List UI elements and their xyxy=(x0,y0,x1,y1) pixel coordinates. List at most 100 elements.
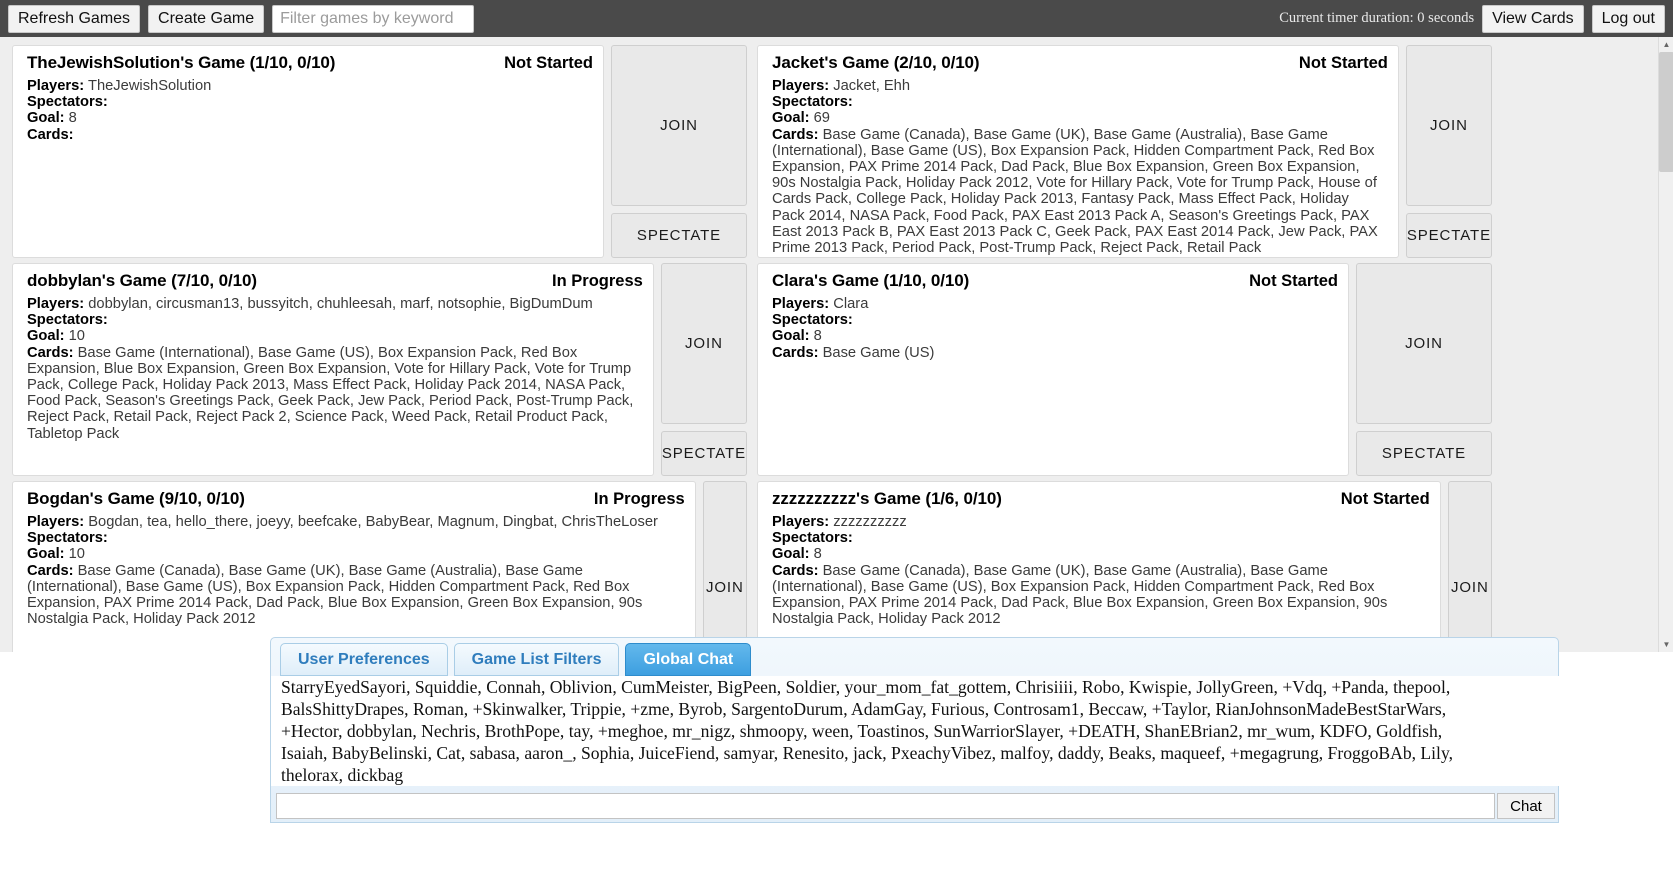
game-goal-value: 8 xyxy=(814,328,822,344)
game-goal-label: Goal: xyxy=(27,546,65,562)
scroll-up-arrow-icon[interactable]: ▲ xyxy=(1659,37,1673,52)
chat-log-line: StarryEyedSayori, Squiddie, Connah, Obli… xyxy=(281,676,1550,698)
game-players-value: Bogdan, tea, hello_there, joeyy, beefcak… xyxy=(88,514,658,530)
chat-send-button[interactable]: Chat xyxy=(1497,793,1555,819)
game-list-item: Clara's Game (1/10, 0/10)Not StartedPlay… xyxy=(757,263,1492,476)
game-goal-label: Goal: xyxy=(772,328,810,344)
game-goal-value: 69 xyxy=(814,110,830,126)
game-goal-value: 8 xyxy=(814,546,822,562)
game-status-badge: Not Started xyxy=(492,54,593,73)
tab-global-chat[interactable]: Global Chat xyxy=(625,643,751,676)
scrollbar-thumb[interactable] xyxy=(1659,52,1673,172)
game-status-badge: Not Started xyxy=(1237,272,1338,291)
game-status-badge: In Progress xyxy=(540,272,643,291)
game-title: TheJewishSolution's Game (1/10, 0/10) xyxy=(27,53,335,73)
game-spectators-label: Spectators: xyxy=(772,530,853,546)
game-goal: Goal: 69 xyxy=(772,110,1388,126)
game-card-header: Clara's Game (1/10, 0/10) Not Started xyxy=(772,271,1338,291)
game-card: Bogdan's Game (9/10, 0/10) In Progress Pla… xyxy=(12,481,696,652)
game-status-badge: In Progress xyxy=(582,490,685,509)
game-action-buttons: JOIN xyxy=(1448,481,1492,652)
game-title: zzzzzzzzzz's Game (1/6, 0/10) xyxy=(772,489,1002,509)
game-players-label: Players: xyxy=(772,514,829,530)
game-spectators-label: Spectators: xyxy=(27,94,108,110)
game-goal-label: Goal: xyxy=(772,110,810,126)
scroll-down-arrow-icon[interactable]: ▼ xyxy=(1659,637,1673,652)
game-card: dobbylan's Game (7/10, 0/10) In Progress P… xyxy=(12,263,654,476)
game-list-viewport: TheJewishSolution's Game (1/10, 0/10) Not… xyxy=(0,37,1673,652)
join-game-button[interactable]: JOIN xyxy=(661,263,747,424)
game-cards: Cards: Base Game (Canada), Base Game (UK… xyxy=(772,563,1430,628)
game-card-header: zzzzzzzzzz's Game (1/6, 0/10) Not Started xyxy=(772,489,1430,509)
game-cards-label: Cards: xyxy=(772,563,819,579)
game-goal: Goal: 8 xyxy=(772,328,1338,344)
game-cards: Cards: Base Game (Canada), Base Game (UK… xyxy=(27,563,685,628)
game-spectators: Spectators: xyxy=(772,530,1430,546)
game-list: TheJewishSolution's Game (1/10, 0/10) Not… xyxy=(0,37,1658,652)
game-cards-label: Cards: xyxy=(27,563,74,579)
game-spectators: Spectators: xyxy=(772,312,1338,328)
game-goal: Goal: 10 xyxy=(27,328,643,344)
game-players-value: dobbylan, circusman13, bussyitch, chuhle… xyxy=(88,296,593,312)
timer-duration-label: Current timer duration: 0 seconds xyxy=(1279,10,1474,27)
game-list-item: TheJewishSolution's Game (1/10, 0/10) Not… xyxy=(12,45,747,258)
join-game-button[interactable]: JOIN xyxy=(1406,45,1492,206)
game-title: dobbylan's Game (7/10, 0/10) xyxy=(27,271,257,291)
spectate-game-button[interactable]: SPECTATE xyxy=(661,431,747,476)
game-status-badge: Not Started xyxy=(1329,490,1430,509)
game-spectators-label: Spectators: xyxy=(27,530,108,546)
game-action-buttons: JOIN SPECTATE xyxy=(1406,45,1492,258)
game-card: TheJewishSolution's Game (1/10, 0/10) Not… xyxy=(12,45,604,258)
toolbar-right-group: Current timer duration: 0 seconds View C… xyxy=(1279,5,1673,33)
game-card-header: Bogdan's Game (9/10, 0/10) In Progress xyxy=(27,489,685,509)
game-players: Players: TheJewishSolution xyxy=(27,78,593,94)
global-chat-log: StarryEyedSayori, Squiddie, Connah, Obli… xyxy=(271,676,1560,786)
game-list-scrollbar[interactable]: ▲ ▼ xyxy=(1658,37,1673,652)
tab-user-preferences[interactable]: User Preferences xyxy=(280,643,448,676)
game-action-buttons: JOIN SPECTATE xyxy=(611,45,747,258)
game-players-value: Jacket, Ehh xyxy=(833,78,910,94)
game-goal-label: Goal: xyxy=(772,546,810,562)
chat-input[interactable] xyxy=(276,793,1495,819)
join-game-button[interactable]: JOIN xyxy=(1448,481,1492,652)
chat-log-line: Isaiah, BabyBelinski, Cat, sabasa, aaron… xyxy=(281,742,1550,764)
game-cards: Cards: xyxy=(27,127,593,143)
game-cards-value: Base Game (Canada), Base Game (UK), Base… xyxy=(772,563,1387,628)
game-spectators-label: Spectators: xyxy=(772,94,853,110)
game-spectators-label: Spectators: xyxy=(772,312,853,328)
bottom-panel: User PreferencesGame List FiltersGlobal … xyxy=(270,637,1559,823)
game-players-label: Players: xyxy=(772,78,829,94)
game-list-item: zzzzzzzzzz's Game (1/6, 0/10) Not Started… xyxy=(757,481,1492,652)
logout-button[interactable]: Log out xyxy=(1592,5,1665,33)
game-list-item: Jacket's Game (2/10, 0/10)Not StartedPla… xyxy=(757,45,1492,258)
chat-log-line: thelorax, dickbag xyxy=(281,764,1550,786)
join-game-button[interactable]: JOIN xyxy=(703,481,747,652)
join-game-button[interactable]: JOIN xyxy=(1356,263,1492,424)
game-goal-value: 10 xyxy=(69,546,85,562)
game-players-value: TheJewishSolution xyxy=(88,78,211,94)
spectate-game-button[interactable]: SPECTATE xyxy=(1356,431,1492,476)
filter-games-input[interactable] xyxy=(272,5,474,33)
game-players: Players: Bogdan, tea, hello_there, joeyy… xyxy=(27,514,685,530)
game-title: Bogdan's Game (9/10, 0/10) xyxy=(27,489,245,509)
refresh-games-button[interactable]: Refresh Games xyxy=(8,5,140,33)
create-game-button[interactable]: Create Game xyxy=(148,5,264,33)
game-card-header: TheJewishSolution's Game (1/10, 0/10) Not… xyxy=(27,53,593,73)
game-goal-value: 10 xyxy=(69,328,85,344)
game-cards-value: Base Game (International), Base Game (US… xyxy=(27,345,633,442)
chat-log-line: BalsShittyDrapes, Roman, +Skinwalker, Tr… xyxy=(281,698,1550,720)
tab-game-list-filters[interactable]: Game List Filters xyxy=(454,643,620,676)
game-players-label: Players: xyxy=(27,78,84,94)
spectate-game-button[interactable]: SPECTATE xyxy=(611,213,747,258)
view-cards-button[interactable]: View Cards xyxy=(1482,5,1584,33)
game-cards: Cards: Base Game (International), Base G… xyxy=(27,345,643,442)
game-cards: Cards: Base Game (Canada), Base Game (UK… xyxy=(772,127,1388,257)
spectate-game-button[interactable]: SPECTATE xyxy=(1406,213,1492,258)
game-players-label: Players: xyxy=(27,514,84,530)
game-card: zzzzzzzzzz's Game (1/6, 0/10) Not Started… xyxy=(757,481,1441,652)
join-game-button[interactable]: JOIN xyxy=(611,45,747,206)
game-spectators: Spectators: xyxy=(27,312,643,328)
game-players-label: Players: xyxy=(27,296,84,312)
game-title: Clara's Game (1/10, 0/10) xyxy=(772,271,969,291)
game-cards-value: Base Game (Canada), Base Game (UK), Base… xyxy=(772,127,1378,256)
